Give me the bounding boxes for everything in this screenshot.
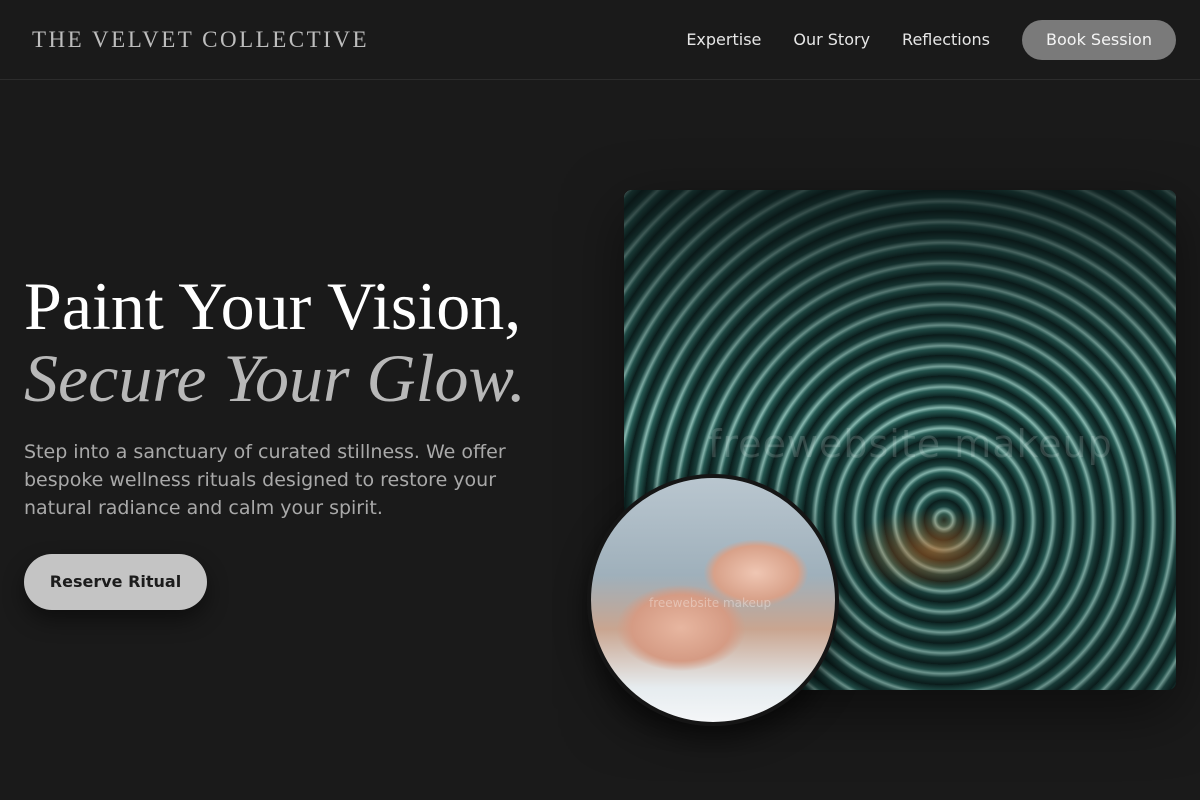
book-session-button[interactable]: Book Session — [1022, 20, 1176, 60]
nav-links: Expertise Our Story Reflections Book Ses… — [686, 20, 1176, 60]
nav-link-our-story[interactable]: Our Story — [793, 20, 870, 60]
image-watermark-small: freewebsite makeup — [649, 596, 772, 610]
massage-image: freewebsite makeup — [587, 474, 839, 726]
hero-title-line1: Paint Your Vision, — [24, 268, 522, 344]
nav-link-expertise[interactable]: Expertise — [686, 20, 761, 60]
image-watermark: freewebsite makeup — [708, 422, 1113, 466]
reserve-ritual-button[interactable]: Reserve Ritual — [24, 554, 207, 610]
nav-link-reflections[interactable]: Reflections — [902, 20, 990, 60]
hero-title: Paint Your Vision, Secure Your Glow. — [24, 270, 526, 414]
hero-title-line2: Secure Your Glow. — [24, 340, 526, 416]
top-navigation: THE VELVET COLLECTIVE Expertise Our Stor… — [0, 0, 1200, 80]
brand-logo[interactable]: THE VELVET COLLECTIVE — [32, 27, 369, 53]
hero-description: Step into a sanctuary of curated stillne… — [24, 441, 506, 519]
